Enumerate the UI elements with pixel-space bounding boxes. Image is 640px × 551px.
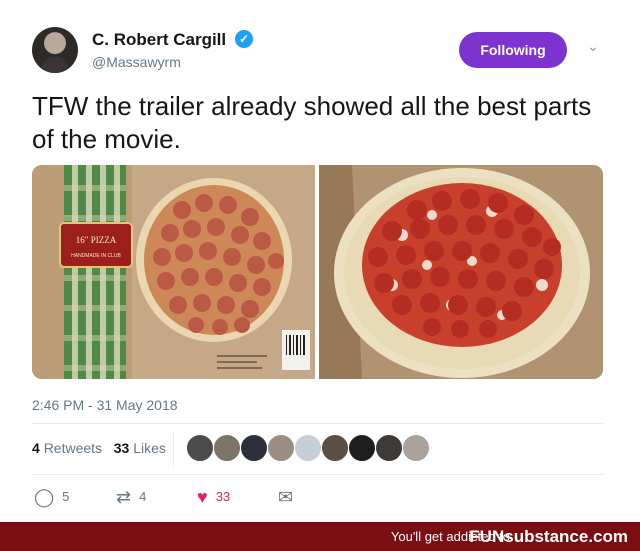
liker-avatar[interactable] (375, 434, 403, 462)
right-photo (319, 165, 603, 379)
left-photo: 16" PIZZA HANDMADE IN CLUB (32, 165, 315, 379)
divider (32, 423, 603, 424)
retweet-button[interactable]: ⇄ 4 (116, 487, 146, 508)
tweet-text: TFW the trailer already showed all the b… (32, 91, 592, 154)
likes-label[interactable]: Likes (133, 440, 166, 456)
site-footer: You'll get addicted to FUNsubstance.com (0, 522, 640, 551)
retweet-icon: ⇄ (116, 487, 132, 507)
stats-separator (173, 432, 174, 466)
avatar[interactable] (32, 27, 78, 73)
reply-button[interactable]: ◯ 5 (34, 487, 69, 508)
engagement-stats: 4 Retweets 33 Likes (32, 440, 166, 456)
author-name[interactable]: C. Robert Cargill (92, 30, 226, 50)
box-label-subtitle: HANDMADE IN CLUB (71, 253, 121, 259)
verified-badge-icon: ✓ (235, 30, 253, 48)
liker-avatar[interactable] (267, 434, 295, 462)
chevron-down-icon[interactable]: ⌄ (584, 38, 602, 56)
reply-count: 5 (62, 488, 70, 504)
likes-count[interactable]: 33 (114, 440, 130, 456)
pizza-photos: 16" PIZZA HANDMADE IN CLUB (32, 165, 603, 379)
liker-avatar[interactable] (240, 434, 268, 462)
liker-avatar[interactable] (294, 434, 322, 462)
tweet-media[interactable]: 16" PIZZA HANDMADE IN CLUB (32, 165, 603, 379)
tweet-timestamp[interactable]: 2:46 PM - 31 May 2018 (32, 397, 178, 413)
like-count: 33 (215, 488, 231, 504)
retweets-label[interactable]: Retweets (44, 440, 102, 456)
like-button[interactable]: ♥ 33 (197, 487, 230, 508)
author-handle[interactable]: @Massawyrm (92, 54, 181, 70)
box-label-title: 16" PIZZA (76, 235, 117, 245)
site-logo[interactable]: FUNsubstance.com (469, 522, 628, 551)
divider (32, 474, 603, 475)
liker-avatar[interactable] (213, 434, 241, 462)
message-icon: ✉ (278, 487, 294, 507)
liker-avatar[interactable] (321, 434, 349, 462)
following-button[interactable]: Following (459, 32, 567, 68)
liker-avatar[interactable] (348, 434, 376, 462)
retweets-count[interactable]: 4 (32, 440, 40, 456)
direct-message-button[interactable]: ✉ (278, 487, 301, 508)
retweet-count: 4 (139, 488, 147, 504)
liker-avatar[interactable] (186, 434, 214, 462)
heart-icon: ♥ (197, 487, 208, 507)
liker-avatar[interactable] (402, 434, 430, 462)
reply-icon: ◯ (34, 487, 55, 507)
